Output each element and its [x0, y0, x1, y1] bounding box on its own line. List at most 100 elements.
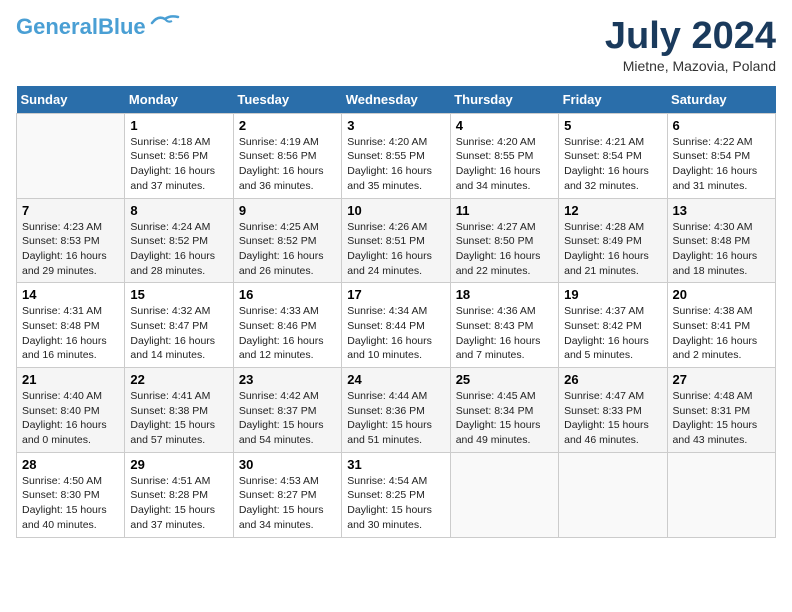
- calendar-cell: 15 Sunrise: 4:32 AMSunset: 8:47 PMDayligh…: [125, 283, 233, 368]
- calendar-cell: 14Sunrise: 4:31 AMSunset: 8:48 PMDayligh…: [17, 283, 125, 368]
- day-number: 24: [347, 372, 444, 387]
- day-info: Sunrise: 4:41 AMSunset: 8:38 PMDaylight:…: [130, 389, 227, 448]
- day-info: Sunrise: 4:32 AMSunset: 8:47 PMDaylight:…: [130, 304, 227, 363]
- day-number: 16: [239, 287, 336, 302]
- calendar-cell: 19Sunrise: 4:37 AMSunset: 8:42 PMDayligh…: [559, 283, 667, 368]
- day-number: 20: [673, 287, 770, 302]
- day-number: 26: [564, 372, 661, 387]
- day-info: Sunrise: 4:54 AMSunset: 8:25 PMDaylight:…: [347, 474, 444, 533]
- calendar-cell: 20 Sunrise: 4:38 AMSunset: 8:41 PMDayligh…: [667, 283, 775, 368]
- day-number: 10: [347, 203, 444, 218]
- calendar-cell: 23 Sunrise: 4:42 AMSunset: 8:37 PMDayligh…: [233, 368, 341, 453]
- day-info: Sunrise: 4:27 AMSunset: 8:50 PMDaylight:…: [456, 220, 553, 279]
- calendar-cell: 1Sunrise: 4:18 AMSunset: 8:56 PMDaylight…: [125, 113, 233, 198]
- logo: GeneralBlue: [16, 16, 180, 38]
- calendar-cell: 24 Sunrise: 4:44 AMSunset: 8:36 PMDayligh…: [342, 368, 450, 453]
- day-number: 27: [673, 372, 770, 387]
- calendar-table: SundayMondayTuesdayWednesdayThursdayFrid…: [16, 86, 776, 538]
- calendar-cell: 10 Sunrise: 4:26 AMSunset: 8:51 PMDayligh…: [342, 198, 450, 283]
- day-info: Sunrise: 4:36 AMSunset: 8:43 PMDaylight:…: [456, 304, 553, 363]
- day-number: 1: [130, 118, 227, 133]
- day-info: Sunrise: 4:19 AMSunset: 8:56 PMDaylight:…: [239, 135, 336, 194]
- day-number: 2: [239, 118, 336, 133]
- week-row-1: 1Sunrise: 4:18 AMSunset: 8:56 PMDaylight…: [17, 113, 776, 198]
- logo-part1: General: [16, 14, 98, 39]
- calendar-cell: 29 Sunrise: 4:51 AMSunset: 8:28 PMDayligh…: [125, 452, 233, 537]
- day-info: Sunrise: 4:26 AMSunset: 8:51 PMDaylight:…: [347, 220, 444, 279]
- col-header-wednesday: Wednesday: [342, 86, 450, 114]
- day-number: 14: [22, 287, 119, 302]
- calendar-cell: 13 Sunrise: 4:30 AMSunset: 8:48 PMDayligh…: [667, 198, 775, 283]
- calendar-cell: 6 Sunrise: 4:22 AMSunset: 8:54 PMDaylight…: [667, 113, 775, 198]
- day-info: Sunrise: 4:40 AMSunset: 8:40 PMDaylight:…: [22, 389, 119, 448]
- calendar-cell: 8Sunrise: 4:24 AMSunset: 8:52 PMDaylight…: [125, 198, 233, 283]
- day-info: Sunrise: 4:23 AMSunset: 8:53 PMDaylight:…: [22, 220, 119, 279]
- calendar-cell: 12 Sunrise: 4:28 AMSunset: 8:49 PMDayligh…: [559, 198, 667, 283]
- day-info: Sunrise: 4:22 AMSunset: 8:54 PMDaylight:…: [673, 135, 770, 194]
- day-info: Sunrise: 4:42 AMSunset: 8:37 PMDaylight:…: [239, 389, 336, 448]
- calendar-cell: 9Sunrise: 4:25 AMSunset: 8:52 PMDaylight…: [233, 198, 341, 283]
- day-info: Sunrise: 4:53 AMSunset: 8:27 PMDaylight:…: [239, 474, 336, 533]
- calendar-cell: 21 Sunrise: 4:40 AMSunset: 8:40 PMDayligh…: [17, 368, 125, 453]
- day-info: Sunrise: 4:28 AMSunset: 8:49 PMDaylight:…: [564, 220, 661, 279]
- col-header-tuesday: Tuesday: [233, 86, 341, 114]
- col-header-sunday: Sunday: [17, 86, 125, 114]
- day-info: Sunrise: 4:44 AMSunset: 8:36 PMDaylight:…: [347, 389, 444, 448]
- calendar-cell: 4Sunrise: 4:20 AMSunset: 8:55 PMDaylight…: [450, 113, 558, 198]
- calendar-cell: 3Sunrise: 4:20 AMSunset: 8:55 PMDaylight…: [342, 113, 450, 198]
- calendar-cell: [17, 113, 125, 198]
- day-number: 23: [239, 372, 336, 387]
- day-info: Sunrise: 4:48 AMSunset: 8:31 PMDaylight:…: [673, 389, 770, 448]
- calendar-cell: 16Sunrise: 4:33 AMSunset: 8:46 PMDayligh…: [233, 283, 341, 368]
- day-number: 4: [456, 118, 553, 133]
- day-number: 21: [22, 372, 119, 387]
- calendar-cell: [667, 452, 775, 537]
- col-header-friday: Friday: [559, 86, 667, 114]
- week-row-3: 14Sunrise: 4:31 AMSunset: 8:48 PMDayligh…: [17, 283, 776, 368]
- calendar-cell: 26 Sunrise: 4:47 AMSunset: 8:33 PMDayligh…: [559, 368, 667, 453]
- calendar-cell: 25 Sunrise: 4:45 AMSunset: 8:34 PMDayligh…: [450, 368, 558, 453]
- calendar-cell: 7 Sunrise: 4:23 AMSunset: 8:53 PMDaylight…: [17, 198, 125, 283]
- day-number: 5: [564, 118, 661, 133]
- day-number: 28: [22, 457, 119, 472]
- day-number: 3: [347, 118, 444, 133]
- day-info: Sunrise: 4:21 AMSunset: 8:54 PMDaylight:…: [564, 135, 661, 194]
- day-number: 31: [347, 457, 444, 472]
- day-number: 12: [564, 203, 661, 218]
- day-info: Sunrise: 4:38 AMSunset: 8:41 PMDaylight:…: [673, 304, 770, 363]
- calendar-cell: 22Sunrise: 4:41 AMSunset: 8:38 PMDayligh…: [125, 368, 233, 453]
- day-info: Sunrise: 4:30 AMSunset: 8:48 PMDaylight:…: [673, 220, 770, 279]
- logo-part2: Blue: [98, 14, 146, 39]
- day-number: 18: [456, 287, 553, 302]
- day-number: 13: [673, 203, 770, 218]
- col-header-saturday: Saturday: [667, 86, 775, 114]
- day-info: Sunrise: 4:45 AMSunset: 8:34 PMDaylight:…: [456, 389, 553, 448]
- day-number: 29: [130, 457, 227, 472]
- week-row-2: 7 Sunrise: 4:23 AMSunset: 8:53 PMDaylight…: [17, 198, 776, 283]
- logo-bird-icon: [150, 13, 180, 33]
- calendar-cell: 27 Sunrise: 4:48 AMSunset: 8:31 PMDayligh…: [667, 368, 775, 453]
- title-block: July 2024 Mietne, Mazovia, Poland: [605, 16, 776, 74]
- calendar-cell: 17Sunrise: 4:34 AMSunset: 8:44 PMDayligh…: [342, 283, 450, 368]
- calendar-cell: 2 Sunrise: 4:19 AMSunset: 8:56 PMDaylight…: [233, 113, 341, 198]
- page-header: GeneralBlue July 2024 Mietne, Mazovia, P…: [16, 16, 776, 74]
- day-info: Sunrise: 4:34 AMSunset: 8:44 PMDaylight:…: [347, 304, 444, 363]
- day-info: Sunrise: 4:37 AMSunset: 8:42 PMDaylight:…: [564, 304, 661, 363]
- calendar-cell: 28Sunrise: 4:50 AMSunset: 8:30 PMDayligh…: [17, 452, 125, 537]
- logo-text: GeneralBlue: [16, 16, 146, 38]
- week-row-4: 21 Sunrise: 4:40 AMSunset: 8:40 PMDayligh…: [17, 368, 776, 453]
- day-info: Sunrise: 4:24 AMSunset: 8:52 PMDaylight:…: [130, 220, 227, 279]
- calendar-cell: 31 Sunrise: 4:54 AMSunset: 8:25 PMDayligh…: [342, 452, 450, 537]
- col-header-thursday: Thursday: [450, 86, 558, 114]
- day-number: 9: [239, 203, 336, 218]
- calendar-cell: [559, 452, 667, 537]
- calendar-cell: 30 Sunrise: 4:53 AMSunset: 8:27 PMDayligh…: [233, 452, 341, 537]
- day-number: 30: [239, 457, 336, 472]
- month-year-title: July 2024: [605, 16, 776, 58]
- day-number: 7: [22, 203, 119, 218]
- day-info: Sunrise: 4:47 AMSunset: 8:33 PMDaylight:…: [564, 389, 661, 448]
- day-number: 25: [456, 372, 553, 387]
- day-info: Sunrise: 4:51 AMSunset: 8:28 PMDaylight:…: [130, 474, 227, 533]
- day-number: 6: [673, 118, 770, 133]
- day-number: 15: [130, 287, 227, 302]
